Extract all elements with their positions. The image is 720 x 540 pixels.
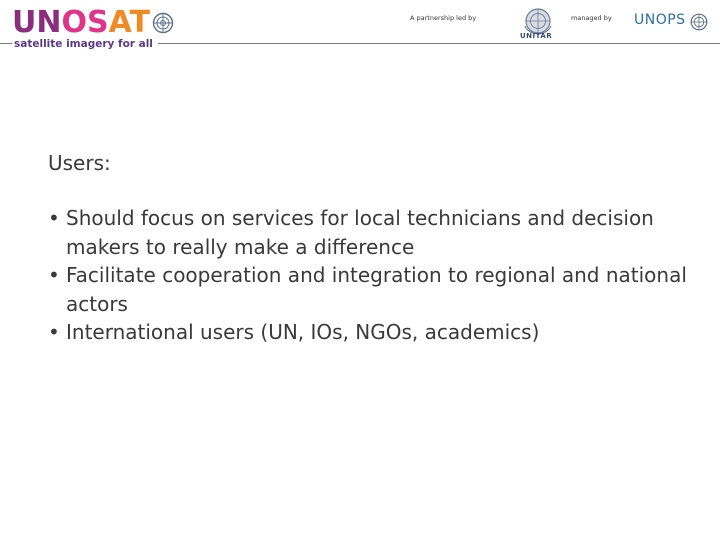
bullet-list: • Should focus on services for local tech… <box>48 204 688 347</box>
partnership-label: A partnership led by <box>410 14 477 22</box>
slide-body: Users: • Should focus on services for loc… <box>48 150 688 347</box>
bullet-icon: • <box>48 320 60 344</box>
list-item: • International users (UN, IOs, NGOs, aca… <box>48 318 688 347</box>
list-item-text: Should focus on services for local techn… <box>66 206 654 259</box>
un-globe-icon <box>690 13 708 31</box>
header-divider-left <box>0 43 12 44</box>
header-divider <box>158 43 720 44</box>
unosat-tagline: satellite imagery for all <box>14 38 153 50</box>
bullet-icon: • <box>48 206 60 230</box>
list-item-text: International users (UN, IOs, NGOs, acad… <box>66 320 540 344</box>
list-item-text: Facilitate cooperation and integration t… <box>66 263 687 316</box>
unosat-logo: UNOSAT <box>12 8 174 38</box>
bullet-icon: • <box>48 263 60 287</box>
list-item: • Should focus on services for local tech… <box>48 204 688 261</box>
slide-header: UNOSAT satellite imagery for all A partn… <box>0 0 720 52</box>
list-item: • Facilitate cooperation and integration … <box>48 261 688 318</box>
unitar-label: UNITAR <box>520 32 553 40</box>
unosat-wordmark: UNOSAT <box>12 5 150 40</box>
unops-wordmark: UNOPS <box>634 12 686 28</box>
managed-by-label: managed by <box>571 14 612 22</box>
un-globe-icon <box>152 12 174 34</box>
section-heading: Users: <box>48 151 111 175</box>
